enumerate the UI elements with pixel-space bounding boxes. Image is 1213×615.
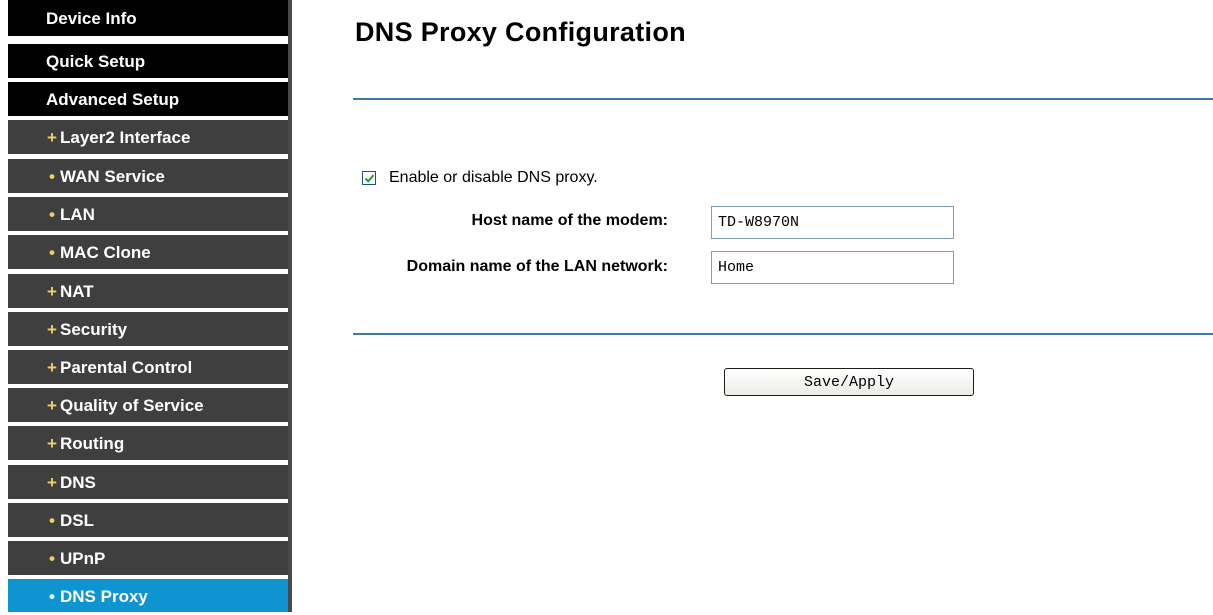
nav-item-label: DNS (60, 473, 96, 492)
nav-item-dns[interactable]: + DNS (8, 465, 288, 501)
nav-item-label: Security (60, 320, 128, 339)
nav-item-mac-clone[interactable]: • MAC Clone (8, 235, 288, 271)
domain-name-label: Domain name of the LAN network: (406, 258, 668, 275)
sidebar: Device Info Quick Setup Advanced Setup +… (8, 0, 288, 612)
nav-item-label: DNS Proxy (60, 587, 148, 606)
nav-item-label: Device Info (46, 9, 137, 28)
nav-item-quality-of-service[interactable]: + Quality of Service (8, 388, 288, 424)
nav-item-device-info[interactable]: Device Info (8, 0, 288, 38)
bullet-dot-icon: • (49, 511, 55, 530)
nav-item-upnp[interactable]: • UPnP (8, 541, 288, 577)
enable-dns-proxy-label: Enable or disable DNS proxy. (389, 169, 598, 186)
checkmark-icon (364, 174, 375, 183)
nav-item-parental-control[interactable]: + Parental Control (8, 350, 288, 386)
nav-item-dns-proxy[interactable]: • DNS Proxy (8, 579, 288, 612)
bullet-dot-icon: • (49, 205, 55, 224)
nav-item-label: MAC Clone (60, 243, 151, 262)
nav-item-label: Routing (60, 434, 125, 453)
host-name-input[interactable] (711, 206, 954, 239)
domain-name-input[interactable] (711, 251, 954, 284)
nav-item-label: Quick Setup (46, 52, 146, 71)
nav-item-quick-setup[interactable]: Quick Setup (8, 44, 288, 80)
nav-item-label: Quality of Service (60, 396, 204, 415)
nav-item-label: Parental Control (60, 358, 193, 377)
sidebar-divider (288, 0, 292, 612)
bullet-dot-icon: • (49, 549, 55, 568)
separator-line (353, 98, 1213, 100)
nav-item-label: UPnP (60, 549, 106, 568)
expand-plus-icon: + (47, 320, 57, 339)
bullet-dot-icon: • (49, 243, 55, 262)
nav-item-label: WAN Service (60, 167, 165, 186)
expand-plus-icon: + (47, 282, 57, 301)
enable-dns-proxy-checkbox[interactable] (362, 171, 376, 185)
nav-item-label: Advanced Setup (46, 90, 180, 109)
nav-item-layer2-interface[interactable]: + Layer2 Interface (8, 120, 288, 156)
enable-dns-proxy-row: Enable or disable DNS proxy. (362, 167, 598, 189)
nav-item-lan[interactable]: • LAN (8, 197, 288, 233)
nav-item-label: LAN (60, 205, 95, 224)
nav-item-nat[interactable]: + NAT (8, 274, 288, 310)
nav-item-label: NAT (60, 282, 94, 301)
nav-item-label: Layer2 Interface (60, 128, 191, 147)
expand-plus-icon: + (47, 128, 57, 147)
expand-plus-icon: + (47, 396, 57, 415)
nav-item-security[interactable]: + Security (8, 312, 288, 348)
expand-plus-icon: + (47, 434, 57, 453)
expand-plus-icon: + (47, 358, 57, 377)
nav-item-advanced-setup[interactable]: Advanced Setup (8, 82, 288, 118)
separator-line (353, 333, 1213, 335)
bullet-dot-icon: • (49, 167, 55, 186)
save-apply-button[interactable]: Save/Apply (724, 368, 974, 396)
bullet-dot-icon: • (49, 587, 55, 606)
page-title: DNS Proxy Configuration (355, 17, 686, 47)
nav-item-wan-service[interactable]: • WAN Service (8, 159, 288, 195)
nav-item-routing[interactable]: + Routing (8, 426, 288, 462)
nav-item-label: DSL (60, 511, 94, 530)
expand-plus-icon: + (47, 473, 57, 492)
host-name-label: Host name of the modem: (471, 212, 668, 229)
nav-item-dsl[interactable]: • DSL (8, 503, 288, 539)
